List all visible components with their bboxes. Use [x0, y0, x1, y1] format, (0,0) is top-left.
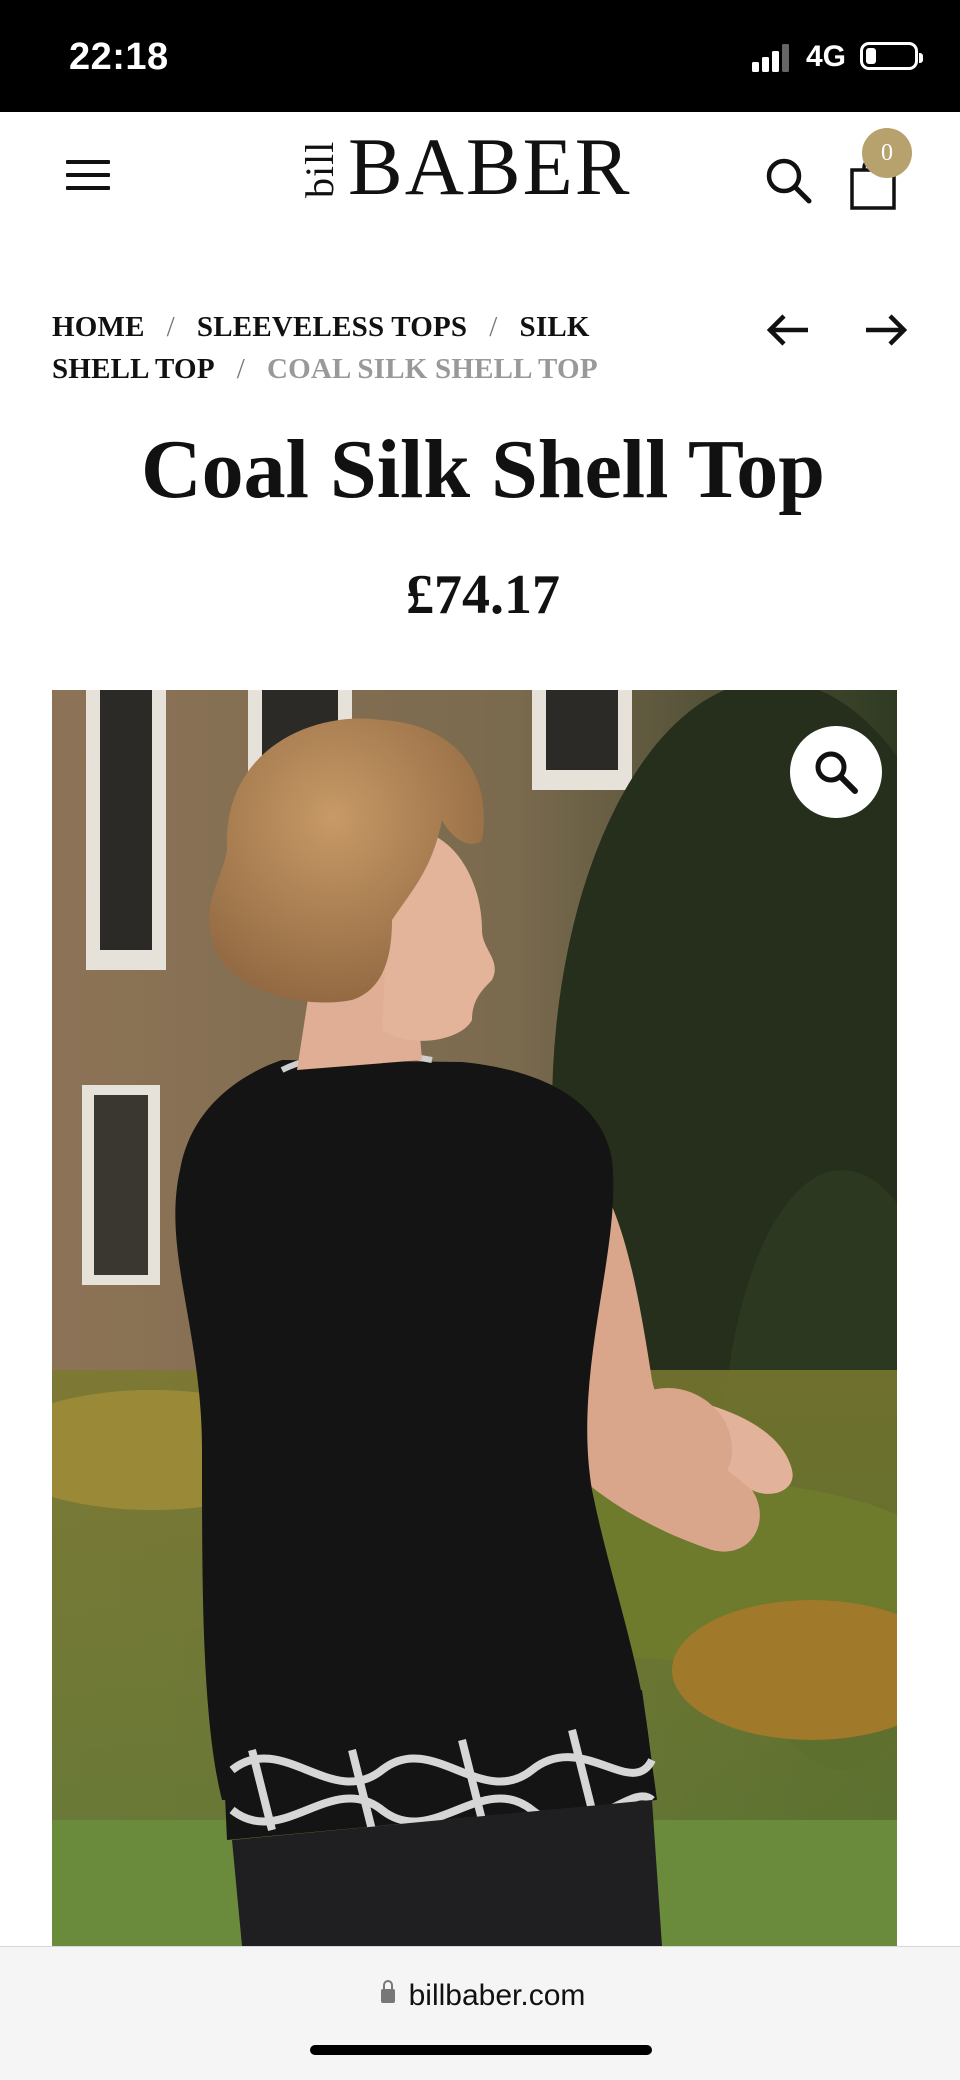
battery-icon [860, 42, 923, 70]
breadcrumb-sleeveless-tops[interactable]: SLEEVELESS TOPS [197, 311, 467, 343]
status-time: 22:18 [69, 36, 169, 78]
breadcrumb-separator: / [166, 311, 175, 343]
breadcrumb-separator: / [236, 353, 245, 385]
previous-product-arrow-icon[interactable] [764, 310, 812, 350]
status-bar: 22:18 4G [0, 0, 960, 112]
product-price: £74.17 [406, 564, 560, 626]
url-text: billbaber.com [408, 1979, 586, 2012]
browser-address-bar: billbaber.com [0, 1946, 960, 2080]
product-photo [52, 690, 897, 1946]
cart-count-badge[interactable]: 0 [862, 128, 912, 178]
lock-icon [380, 1980, 395, 2003]
url-field[interactable]: billbaber.com [0, 1979, 960, 2013]
search-icon[interactable] [764, 156, 814, 206]
signal-icon [752, 44, 789, 72]
product-image[interactable] [52, 690, 897, 1946]
zoom-button[interactable] [790, 726, 882, 818]
breadcrumb-current: COAL SILK SHELL TOP [267, 353, 598, 385]
magnifier-icon [815, 751, 858, 794]
logo-text-big: BABER [348, 121, 632, 212]
network-type: 4G [806, 40, 847, 73]
breadcrumb-home[interactable]: HOME [52, 311, 145, 343]
home-indicator[interactable] [310, 2045, 652, 2055]
breadcrumb: HOME / SLEEVELESS TOPS / SILK SHELL TOP / COAL… [52, 306, 672, 390]
logo-text-small: bill [297, 140, 342, 198]
product-title: Coal Silk Shell Top [140, 423, 826, 516]
breadcrumb-separator: / [489, 311, 498, 343]
site-logo[interactable]: bill BABER [296, 121, 672, 212]
hamburger-menu-icon[interactable] [66, 160, 110, 194]
next-product-arrow-icon[interactable] [862, 310, 910, 350]
